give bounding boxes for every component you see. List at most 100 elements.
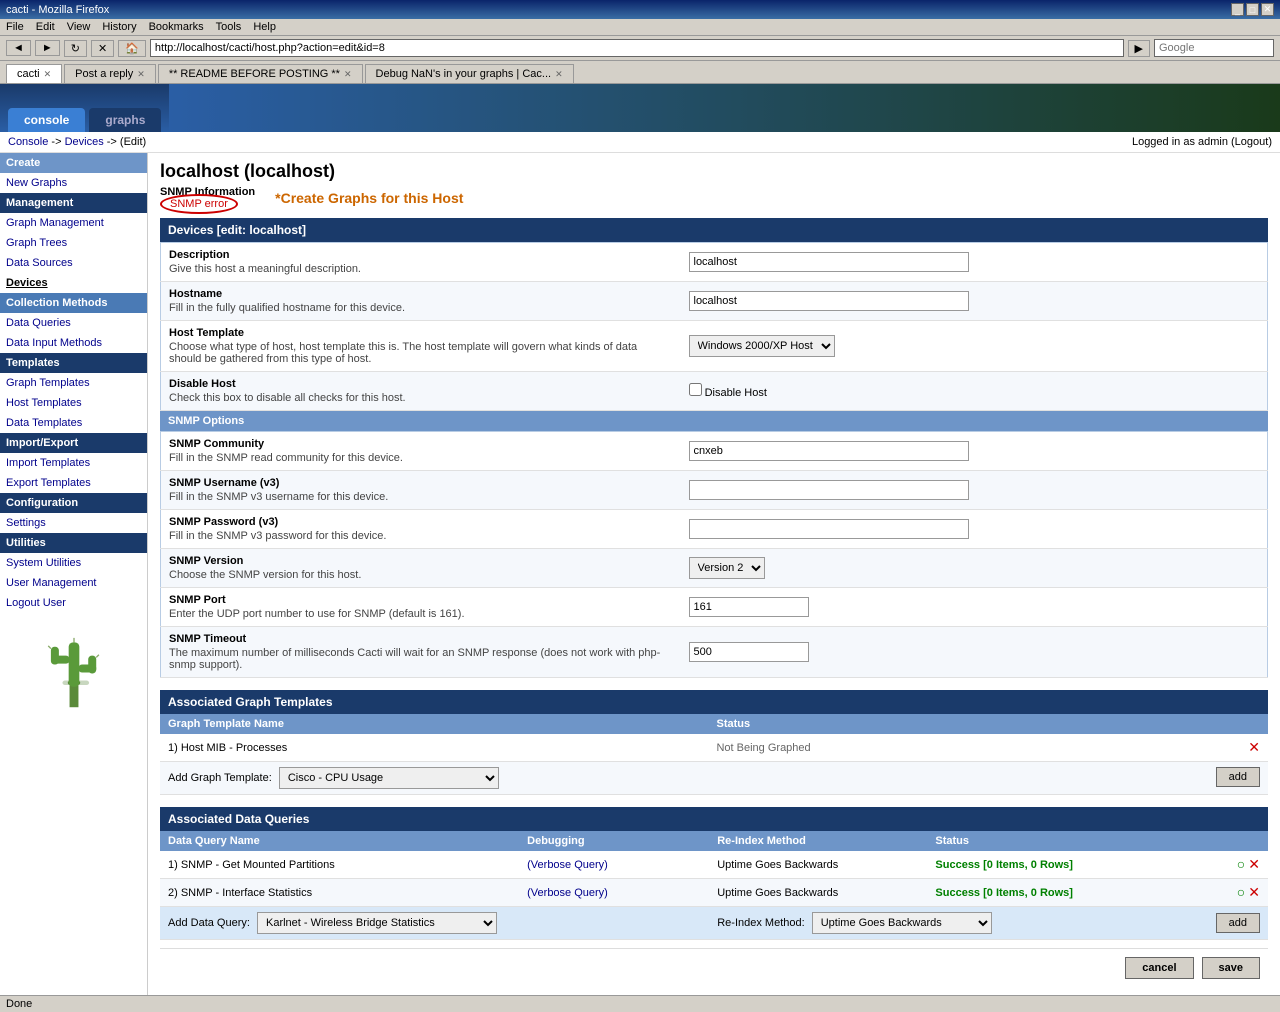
sidebar-item-system-utilities[interactable]: System Utilities	[0, 553, 147, 573]
maximize-button[interactable]: □	[1246, 3, 1259, 16]
add-data-query-label: Add Data Query:	[168, 917, 250, 929]
search-input[interactable]	[1154, 39, 1274, 57]
menu-file[interactable]: File	[6, 21, 24, 33]
tab-close-readme[interactable]: ✕	[344, 69, 352, 80]
field-desc-disable-host: Check this box to disable all checks for…	[169, 392, 673, 404]
sidebar-item-data-templates[interactable]: Data Templates	[0, 413, 147, 433]
field-row-snmp-timeout: SNMP Timeout The maximum number of milli…	[161, 627, 1268, 678]
sidebar-item-data-input-methods[interactable]: Data Input Methods	[0, 333, 147, 353]
field-input-snmp-community[interactable]	[689, 441, 969, 461]
data-query-2-verbose[interactable]: (Verbose Query)	[527, 887, 608, 899]
graph-template-1-num: 1)	[168, 742, 181, 754]
breadcrumb-console[interactable]: Console	[8, 136, 48, 148]
field-input-snmp-password[interactable]	[689, 519, 969, 539]
tab-console[interactable]: console	[8, 108, 85, 132]
field-input-snmp-username[interactable]	[689, 480, 969, 500]
tab-close-debug[interactable]: ✕	[555, 69, 563, 80]
app-nav-tabs: console graphs	[0, 84, 169, 132]
save-button[interactable]: save	[1202, 957, 1260, 979]
breadcrumb: Console -> Devices -> (Edit) Logged in a…	[0, 132, 1280, 153]
add-graph-template-select[interactable]: Cisco - CPU Usage Host MIB - Traffic ucd…	[279, 767, 499, 789]
breadcrumb-devices[interactable]: Devices	[65, 136, 104, 148]
data-query-1-verbose[interactable]: (Verbose Query)	[527, 859, 608, 871]
graph-template-1-delete-icon[interactable]: ✕	[1248, 739, 1260, 755]
sidebar-item-settings[interactable]: Settings	[0, 513, 147, 533]
data-query-2-reindex-icon[interactable]: ○	[1237, 884, 1245, 900]
window-controls[interactable]: _ □ ✕	[1231, 3, 1274, 16]
sidebar-item-graph-trees[interactable]: Graph Trees	[0, 233, 147, 253]
field-desc-snmp-port: Enter the UDP port number to use for SNM…	[169, 608, 673, 620]
field-row-snmp-password: SNMP Password (v3) Fill in the SNMP v3 p…	[161, 510, 1268, 549]
home-button[interactable]: 🏠	[118, 40, 146, 57]
field-select-snmp-version[interactable]: Version 1 Version 2 Version 3	[689, 557, 765, 579]
sidebar-item-user-management[interactable]: User Management	[0, 573, 147, 593]
field-row-hostname: Hostname Fill in the fully qualified hos…	[161, 282, 1268, 321]
browser-tab-cacti[interactable]: cacti ✕	[6, 64, 62, 83]
sidebar-item-logout-user[interactable]: Logout User	[0, 593, 147, 613]
reload-button[interactable]: ↻	[64, 40, 87, 57]
sidebar-item-data-sources[interactable]: Data Sources	[0, 253, 147, 273]
data-queries-table: Data Query Name Debugging Re-Index Metho…	[160, 831, 1268, 940]
close-button[interactable]: ✕	[1261, 3, 1274, 16]
menu-view[interactable]: View	[67, 21, 91, 33]
forward-button[interactable]: ►	[35, 40, 60, 56]
devices-section-header: Devices [edit: localhost]	[160, 218, 1268, 242]
data-query-1-name: SNMP - Get Mounted Partitions	[181, 859, 335, 871]
tab-graphs[interactable]: graphs	[89, 108, 161, 132]
breadcrumb-current: (Edit)	[120, 136, 146, 148]
field-label-description: Description	[169, 249, 673, 261]
menu-tools[interactable]: Tools	[216, 21, 242, 33]
stop-button[interactable]: ✕	[91, 40, 114, 57]
menu-bookmarks[interactable]: Bookmarks	[149, 21, 204, 33]
add-data-query-button[interactable]: add	[1216, 913, 1260, 933]
graph-templates-section-header: Associated Graph Templates	[160, 690, 1268, 714]
field-input-snmp-port[interactable]	[689, 597, 809, 617]
data-query-1-reindex-icon[interactable]: ○	[1237, 856, 1245, 872]
field-row-description: Description Give this host a meaningful …	[161, 243, 1268, 282]
device-form-table: Description Give this host a meaningful …	[160, 242, 1268, 411]
sidebar-item-host-templates[interactable]: Host Templates	[0, 393, 147, 413]
add-data-query-select[interactable]: Karlnet - Wireless Bridge Statistics SNM…	[257, 912, 497, 934]
sidebar-item-graph-management[interactable]: Graph Management	[0, 213, 147, 233]
field-label-snmp-password: SNMP Password (v3)	[169, 516, 673, 528]
sidebar-item-export-templates[interactable]: Export Templates	[0, 473, 147, 493]
data-query-1-delete-icon[interactable]: ✕	[1248, 856, 1260, 872]
data-query-2-reindex: Uptime Goes Backwards	[709, 879, 927, 907]
menu-edit[interactable]: Edit	[36, 21, 55, 33]
reindex-method-select[interactable]: Uptime Goes Backwards Index Count Change…	[812, 912, 992, 934]
field-select-host-template[interactable]: Windows 2000/XP Host Linux/Unix Host Gen…	[689, 335, 835, 357]
menu-help[interactable]: Help	[253, 21, 276, 33]
sidebar-item-import-templates[interactable]: Import Templates	[0, 453, 147, 473]
tab-close-post-reply[interactable]: ✕	[137, 69, 145, 80]
field-checkbox-disable-host[interactable]	[689, 383, 702, 396]
address-bar: ◄ ► ↻ ✕ 🏠 ▶	[0, 36, 1280, 61]
create-graphs-link[interactable]: *Create Graphs for this Host	[275, 190, 463, 206]
field-input-hostname[interactable]	[689, 291, 969, 311]
sidebar-item-devices[interactable]: Devices	[0, 273, 147, 293]
data-query-col-reindex: Re-Index Method	[709, 831, 927, 851]
tab-close-cacti[interactable]: ✕	[44, 69, 52, 80]
go-button[interactable]: ▶	[1128, 40, 1150, 57]
data-query-2-delete-icon[interactable]: ✕	[1248, 884, 1260, 900]
browser-tab-debug[interactable]: Debug NaN's in your graphs | Cac... ✕	[365, 64, 574, 83]
data-query-col-debugging: Debugging	[519, 831, 709, 851]
url-input[interactable]	[150, 39, 1124, 57]
back-button[interactable]: ◄	[6, 40, 31, 56]
browser-tab-post-reply[interactable]: Post a reply ✕	[64, 64, 156, 83]
add-graph-template-button[interactable]: add	[1216, 767, 1260, 787]
sidebar-item-graph-templates[interactable]: Graph Templates	[0, 373, 147, 393]
field-input-description[interactable]	[689, 252, 969, 272]
sidebar-templates-header: Templates	[0, 353, 147, 373]
sidebar-collection-header: Collection Methods	[0, 293, 147, 313]
minimize-button[interactable]: _	[1231, 3, 1244, 16]
browser-tab-readme[interactable]: ** README BEFORE POSTING ** ✕	[158, 64, 363, 83]
sidebar-item-data-queries[interactable]: Data Queries	[0, 313, 147, 333]
field-label-snmp-timeout: SNMP Timeout	[169, 633, 673, 645]
data-query-2-status: Success [0 Items, 0 Rows]	[927, 879, 1171, 907]
cancel-button[interactable]: cancel	[1125, 957, 1193, 979]
sidebar-item-new-graphs[interactable]: New Graphs	[0, 173, 147, 193]
data-query-1-status: Success [0 Items, 0 Rows]	[927, 851, 1171, 879]
menu-history[interactable]: History	[102, 21, 136, 33]
field-input-snmp-timeout[interactable]	[689, 642, 809, 662]
field-label-disable-host: Disable Host	[169, 378, 673, 390]
